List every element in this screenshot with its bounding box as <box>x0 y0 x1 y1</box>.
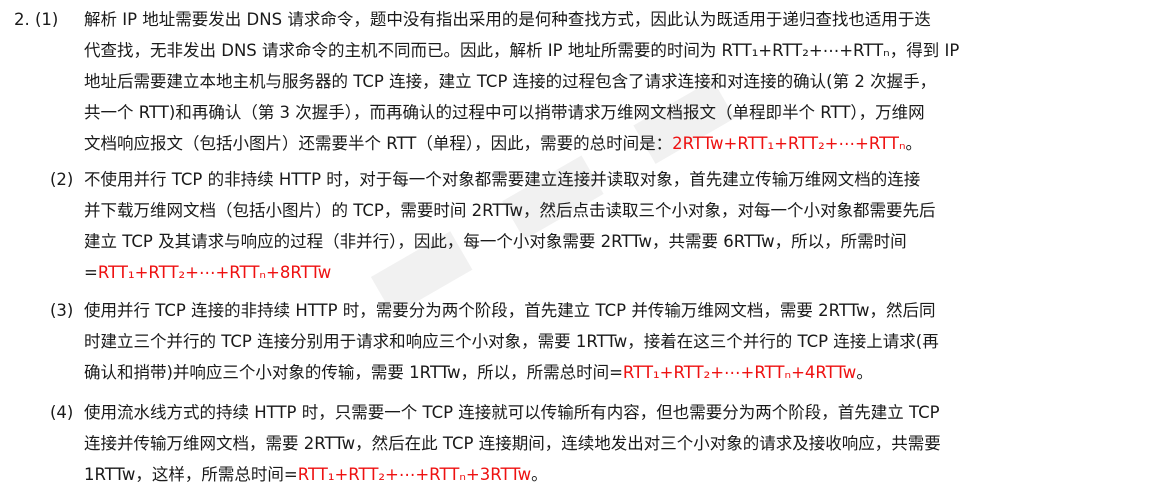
text-line: 共一个 RTT)和再确认（第 3 次握手），而再确认的过程中可以捎带请求万维网文… <box>84 103 925 122</box>
formula-red: RTT₁+RTT₂+⋯+RTTₙ+3RTTw <box>297 465 532 484</box>
item-number: (2) <box>50 170 74 189</box>
item-number: 2. (1) <box>14 10 59 29</box>
text-line-last: 文档响应报文（包括小图片）还需要半个 RTT（单程），因此，需要的总时间是：2R… <box>84 134 922 154</box>
item-number: (3) <box>50 301 74 320</box>
text-plain: = <box>84 263 98 282</box>
text-plain: 1RTTw，这样，所需总时间= <box>84 465 298 484</box>
text-line-last: 确认和捎带)并响应三个小对象的传输，需要 1RTTw，所以，所需总时间=RTT₁… <box>84 363 873 383</box>
formula-red: RTT₁+RTT₂+⋯+RTTₙ+8RTTw <box>97 263 332 282</box>
text-plain: 文档响应报文（包括小图片）还需要半个 RTT（单程），因此，需要的总时间是： <box>84 134 673 153</box>
text-line: 地址后需要建立本地主机与服务器的 TCP 连接，建立 TCP 连接的过程包含了请… <box>84 72 937 91</box>
text-line: 使用流水线方式的持续 HTTP 时，只需要一个 TCP 连接就可以传输所有内容，… <box>84 403 940 422</box>
text-line: 建立 TCP 及其请求与响应的过程（非并行），因此，每一个小对象需要 2RTTw… <box>84 232 907 251</box>
text-line: 不使用并行 TCP 的非持续 HTTP 时，对于每一个对象都需要建立连接并读取对… <box>84 170 921 189</box>
formula-red: 2RTTw+RTT₁+RTT₂+⋯+RTTₙ <box>672 134 906 153</box>
text-plain: 确认和捎带)并响应三个小对象的传输，需要 1RTTw，所以，所需总时间= <box>84 363 623 382</box>
text-end: 。 <box>531 465 548 484</box>
text-line: 使用并行 TCP 连接的非持续 HTTP 时，需要分为两个阶段，首先建立 TCP… <box>84 301 936 320</box>
text-line: 并下载万维网文档（包括小图片）的 TCP，需要时间 2RTTw，然后点击读取三个… <box>84 201 936 220</box>
item-number: (4) <box>50 403 74 422</box>
formula-red: RTT₁+RTT₂+⋯+RTTₙ+4RTTw <box>622 363 857 382</box>
text-line-last: =RTT₁+RTT₂+⋯+RTTₙ+8RTTw <box>84 263 331 283</box>
text-line: 代查找，无非发出 DNS 请求命令的主机不同而已。因此，解析 IP 地址所需要的… <box>84 41 960 60</box>
text-line: 时建立三个并行的 TCP 连接分别用于请求和响应三个小对象，需要 1RTTw，接… <box>84 332 939 351</box>
text-line-last: 1RTTw，这样，所需总时间=RTT₁+RTT₂+⋯+RTTₙ+3RTTw。 <box>84 465 548 485</box>
text-end: 。 <box>856 363 873 382</box>
text-line: 连接并传输万维网文档，需要 2RTTw，然后在此 TCP 连接期间，连续地发出对… <box>84 434 941 453</box>
text-line: 解析 IP 地址需要发出 DNS 请求命令，题中没有指出采用的是何种查找方式，因… <box>84 10 931 29</box>
text-end: 。 <box>905 134 923 153</box>
